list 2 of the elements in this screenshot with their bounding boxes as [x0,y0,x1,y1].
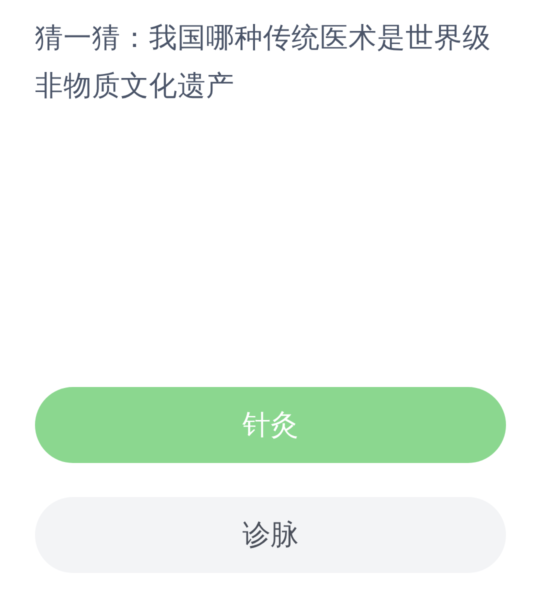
answer-option[interactable]: 诊脉 [35,497,506,573]
question-text: 猜一猜：我国哪种传统医术是世界级非物质文化遗产 [35,20,492,104]
